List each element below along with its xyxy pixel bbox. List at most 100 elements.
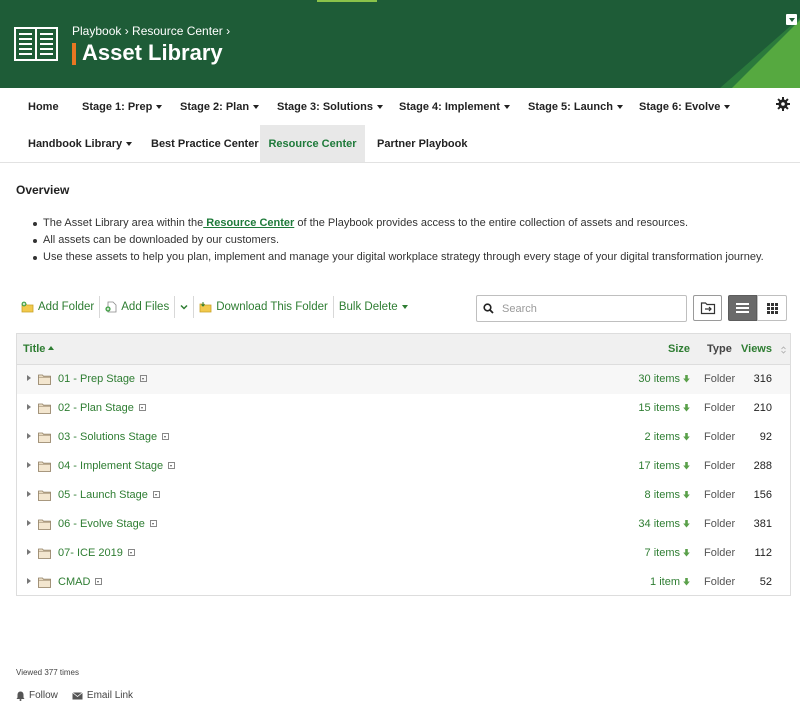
folder-name-link[interactable]: 03 - Solutions Stage [58, 423, 170, 452]
expand-icon[interactable] [27, 433, 31, 439]
book-icon [14, 27, 58, 61]
folder-icon [38, 577, 51, 588]
item-count: 17 items [638, 460, 680, 472]
nav-item-stage-6[interactable]: Stage 6: Evolve [639, 88, 731, 125]
folder-name: 07- ICE 2019 [58, 547, 123, 559]
folder-name-link[interactable]: 02 - Plan Stage [58, 394, 146, 423]
more-actions-dropdown[interactable] [175, 296, 195, 318]
folder-icon [38, 374, 51, 385]
expand-icon[interactable] [27, 578, 31, 584]
views-cell: 156 [753, 489, 772, 501]
item-count: 34 items [638, 518, 680, 530]
type-cell: Folder [704, 576, 736, 588]
header-banner: Playbook › Resource Center › Asset Libra… [0, 0, 800, 88]
size-cell[interactable]: 7 items [645, 539, 690, 568]
size-cell[interactable]: 1 item [650, 568, 690, 597]
folder-name: 02 - Plan Stage [58, 402, 134, 414]
expand-icon[interactable] [27, 549, 31, 555]
add-folder-button[interactable]: Add Folder [16, 296, 101, 318]
folder-name-link[interactable]: CMAD [58, 568, 103, 597]
size-cell[interactable]: 15 items [638, 394, 690, 423]
size-cell[interactable]: 8 items [645, 481, 690, 510]
item-menu-icon[interactable] [168, 462, 176, 469]
download-arrow-icon [683, 520, 690, 528]
item-menu-icon[interactable] [149, 520, 157, 527]
folder-name-link[interactable]: 05 - Launch Stage [58, 481, 160, 510]
table-row[interactable]: 02 - Plan Stage 15 items Folder 210 [17, 394, 790, 423]
expand-icon[interactable] [27, 462, 31, 468]
bulk-delete-dropdown[interactable]: Bulk Delete [334, 296, 413, 318]
item-menu-icon[interactable] [138, 404, 146, 411]
nav-item-handbook-library[interactable]: Handbook Library [28, 125, 133, 162]
type-cell: Folder [704, 460, 736, 472]
nav-item-home[interactable]: Home [28, 88, 59, 125]
nav-item-resource-center[interactable]: Resource Center [260, 125, 365, 162]
folder-icon [38, 490, 51, 501]
expand-icon[interactable] [27, 375, 31, 381]
table-row[interactable]: 06 - Evolve Stage 34 items Folder 381 [17, 510, 790, 539]
download-arrow-icon [683, 433, 690, 441]
download-arrow-icon [683, 578, 690, 586]
type-cell: Folder [704, 489, 736, 501]
nav-item-stage-5[interactable]: Stage 5: Launch [528, 88, 623, 125]
caret-down-icon [376, 104, 383, 109]
expand-icon[interactable] [27, 520, 31, 526]
resource-center-link[interactable]: Resource Center [203, 217, 294, 229]
views-cell: 92 [759, 431, 772, 443]
column-header-type[interactable]: Type [707, 334, 732, 365]
download-arrow-icon [683, 375, 690, 383]
size-cell[interactable]: 17 items [638, 452, 690, 481]
move-to-folder-button[interactable] [693, 295, 722, 321]
add-files-button[interactable]: Add Files [100, 296, 176, 318]
expand-icon[interactable] [27, 404, 31, 410]
gear-icon[interactable] [776, 97, 790, 111]
folder-icon [38, 432, 51, 443]
list-view-toggle[interactable] [728, 295, 757, 321]
column-header-title[interactable]: Title [23, 334, 55, 365]
search-input[interactable] [502, 302, 672, 315]
table-row[interactable]: 03 - Solutions Stage 2 items Folder 92 [17, 423, 790, 452]
column-header-views[interactable]: Views [741, 334, 772, 365]
folder-name-link[interactable]: 01 - Prep Stage [58, 365, 148, 394]
email-link-button[interactable]: Email Link [72, 690, 133, 701]
table-row[interactable]: 05 - Launch Stage 8 items Folder 156 [17, 481, 790, 510]
bulk-delete-label: Bulk Delete [338, 301, 398, 313]
folder-name-link[interactable]: 06 - Evolve Stage [58, 510, 157, 539]
nav-item-stage-1[interactable]: Stage 1: Prep [82, 88, 163, 125]
breadcrumb[interactable]: Playbook › Resource Center › [72, 24, 230, 38]
item-menu-icon[interactable] [140, 375, 148, 382]
follow-button[interactable]: Follow [16, 690, 58, 701]
nav-item-stage-4[interactable]: Stage 4: Implement [399, 88, 510, 125]
nav-item-partner-playbook[interactable]: Partner Playbook [377, 125, 467, 162]
folder-name: 05 - Launch Stage [58, 489, 148, 501]
expand-icon[interactable] [27, 491, 31, 497]
table-row[interactable]: 01 - Prep Stage 30 items Folder 316 [17, 365, 790, 394]
column-header-size[interactable]: Size [668, 334, 690, 365]
item-menu-icon[interactable] [162, 433, 170, 440]
table-row[interactable]: 04 - Implement Stage 17 items Folder 288 [17, 452, 790, 481]
grid-view-toggle[interactable] [757, 295, 787, 321]
table-row[interactable]: CMAD 1 item Folder 52 [17, 568, 790, 597]
download-folder-button[interactable]: Download This Folder [194, 296, 334, 318]
table-row[interactable]: 07- ICE 2019 7 items Folder 112 [17, 539, 790, 568]
item-menu-icon[interactable] [95, 578, 103, 585]
view-count: Viewed 377 times [16, 668, 79, 677]
nav-item-stage-2[interactable]: Stage 2: Plan [180, 88, 260, 125]
nav-item-label: Stage 5: Launch [528, 100, 613, 113]
nav-item-best-practice-center[interactable]: Best Practice Center [151, 125, 259, 162]
header-collapse-button[interactable] [786, 14, 797, 25]
folder-name-link[interactable]: 04 - Implement Stage [58, 452, 176, 481]
overview-heading: Overview [16, 183, 70, 197]
caret-down-icon [401, 305, 408, 309]
item-menu-icon[interactable] [127, 549, 135, 556]
scroll-indicator-icon[interactable] [781, 346, 786, 354]
size-cell[interactable]: 2 items [645, 423, 690, 452]
item-menu-icon[interactable] [152, 491, 160, 498]
title-accent-bar [72, 43, 76, 65]
size-cell[interactable]: 30 items [638, 365, 690, 394]
folder-name-link[interactable]: 07- ICE 2019 [58, 539, 135, 568]
size-cell[interactable]: 34 items [638, 510, 690, 539]
list-view-icon [736, 303, 749, 313]
type-cell: Folder [704, 402, 736, 414]
nav-item-stage-3[interactable]: Stage 3: Solutions [277, 88, 383, 125]
